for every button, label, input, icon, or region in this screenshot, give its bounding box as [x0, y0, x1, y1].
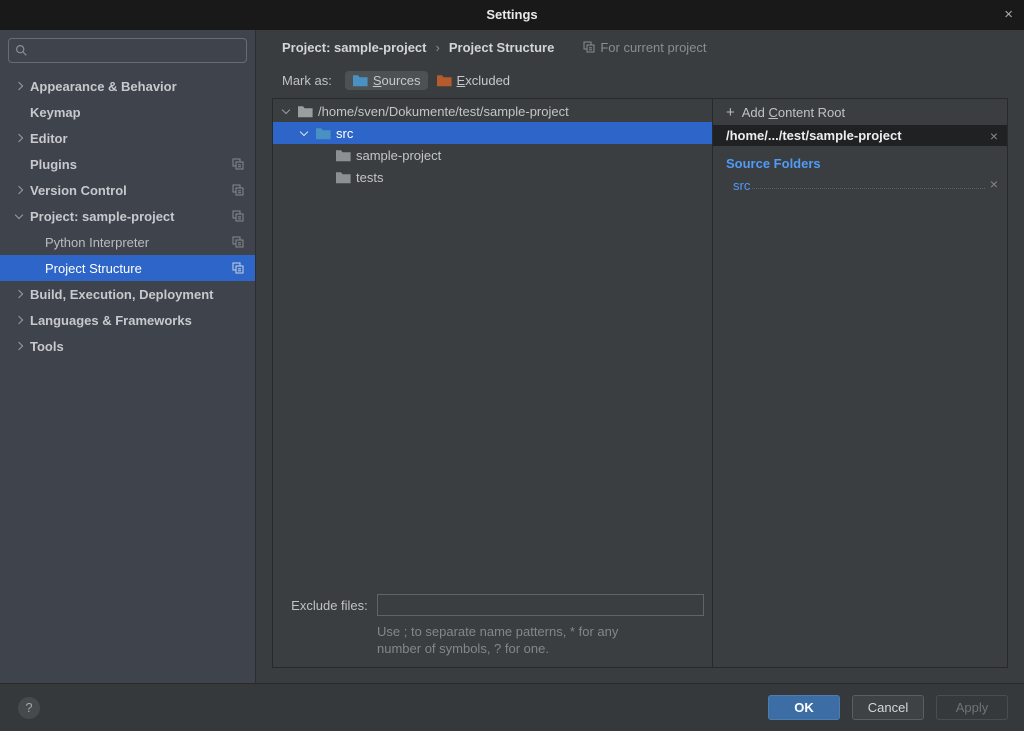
breadcrumb-separator: ›: [436, 40, 440, 55]
sidebar-item-build-execution-deployment[interactable]: Build, Execution, Deployment: [0, 281, 255, 307]
breadcrumb-project[interactable]: Project: sample-project: [282, 40, 427, 55]
source-folder-icon: [352, 73, 368, 87]
chevron-down-icon[interactable]: [280, 110, 292, 113]
remove-content-root-icon[interactable]: ×: [990, 128, 998, 144]
dotted-leader: [752, 188, 984, 189]
settings-nav: Appearance & Behavior Keymap Editor Plug…: [0, 73, 255, 359]
project-structure-panels: /home/sven/Dokumente/test/sample-project…: [272, 98, 1008, 668]
sidebar-item-plugins[interactable]: Plugins: [0, 151, 255, 177]
chevron-down-icon[interactable]: [298, 132, 310, 135]
sidebar-item-project-structure[interactable]: Project Structure: [0, 255, 255, 281]
exclude-files-input[interactable]: [377, 594, 704, 616]
chevron-right-icon[interactable]: [12, 83, 25, 89]
ok-button[interactable]: OK: [768, 695, 840, 720]
scope-note: For current project: [583, 40, 706, 55]
tree-row-tests[interactable]: tests: [273, 166, 712, 188]
mark-as-sources-button[interactable]: Sources: [345, 71, 428, 90]
plus-icon: +: [726, 104, 735, 121]
dialog-footer: ? OK Cancel Apply: [0, 683, 1024, 731]
project-scope-icon: [232, 236, 244, 248]
sidebar-item-appearance-behavior[interactable]: Appearance & Behavior: [0, 73, 255, 99]
settings-sidebar: Appearance & Behavior Keymap Editor Plug…: [0, 30, 256, 683]
exclude-files-hint: Use ; to separate name patterns, * for a…: [377, 623, 704, 657]
settings-search-input[interactable]: [8, 38, 247, 63]
project-scope-icon: [232, 158, 244, 170]
titlebar: Settings ×: [0, 0, 1024, 30]
breadcrumb: Project: sample-project › Project Struct…: [257, 30, 1024, 64]
chevron-right-icon[interactable]: [12, 187, 25, 193]
mark-as-label: Mark as:: [282, 73, 332, 88]
project-scope-icon: [232, 210, 244, 222]
chevron-down-icon[interactable]: [12, 215, 25, 218]
sidebar-item-languages-frameworks[interactable]: Languages & Frameworks: [0, 307, 255, 333]
sidebar-item-version-control[interactable]: Version Control: [0, 177, 255, 203]
close-icon[interactable]: ×: [1004, 0, 1013, 30]
content-root-row[interactable]: /home/.../test/sample-project ×: [713, 125, 1007, 146]
tree-row-content-root[interactable]: /home/sven/Dokumente/test/sample-project: [273, 100, 712, 122]
add-content-root-button[interactable]: + Add Content Root: [713, 99, 1007, 125]
folder-icon: [297, 104, 313, 118]
chevron-right-icon[interactable]: [12, 135, 25, 141]
project-scope-icon: [232, 262, 244, 274]
project-scope-icon: [232, 184, 244, 196]
page-title: Project Structure: [449, 40, 554, 55]
search-icon: [15, 44, 28, 57]
window-title: Settings: [0, 0, 1024, 30]
settings-dialog: Settings × Appearance & Behavior Keymap …: [0, 0, 1024, 731]
chevron-right-icon[interactable]: [12, 343, 25, 349]
project-scope-icon: [583, 41, 595, 53]
directory-tree: /home/sven/Dokumente/test/sample-project…: [273, 99, 713, 667]
content-roots-panel: + Add Content Root /home/.../test/sample…: [713, 99, 1007, 667]
content-root-path: /home/.../test/sample-project: [726, 128, 990, 143]
cancel-button[interactable]: Cancel: [852, 695, 924, 720]
folder-icon: [335, 170, 351, 184]
folder-icon: [335, 148, 351, 162]
sidebar-item-tools[interactable]: Tools: [0, 333, 255, 359]
excluded-folder-icon: [436, 73, 452, 87]
sidebar-item-keymap[interactable]: Keymap: [0, 99, 255, 125]
tree-row-sample-project[interactable]: sample-project: [273, 144, 712, 166]
source-folder-icon: [315, 126, 331, 140]
mark-as-toolbar: Mark as: Sources Excluded: [257, 64, 518, 96]
exclude-files-section: Exclude files: Use ; to separate name pa…: [273, 594, 704, 657]
apply-button: Apply: [936, 695, 1008, 720]
help-button[interactable]: ?: [18, 697, 40, 719]
mark-as-excluded-button[interactable]: Excluded: [429, 71, 517, 90]
sidebar-item-python-interpreter[interactable]: Python Interpreter: [0, 229, 255, 255]
sidebar-item-editor[interactable]: Editor: [0, 125, 255, 151]
remove-source-folder-icon[interactable]: ×: [990, 176, 998, 192]
exclude-files-label: Exclude files:: [273, 598, 368, 613]
chevron-right-icon[interactable]: [12, 291, 25, 297]
chevron-right-icon[interactable]: [12, 317, 25, 323]
source-folder-name: src: [733, 178, 750, 193]
sidebar-item-project-sample-project[interactable]: Project: sample-project: [0, 203, 255, 229]
source-folders-heading: Source Folders: [726, 156, 1007, 171]
tree-row-src[interactable]: src: [273, 122, 712, 144]
source-folder-row[interactable]: src ×: [733, 174, 998, 193]
